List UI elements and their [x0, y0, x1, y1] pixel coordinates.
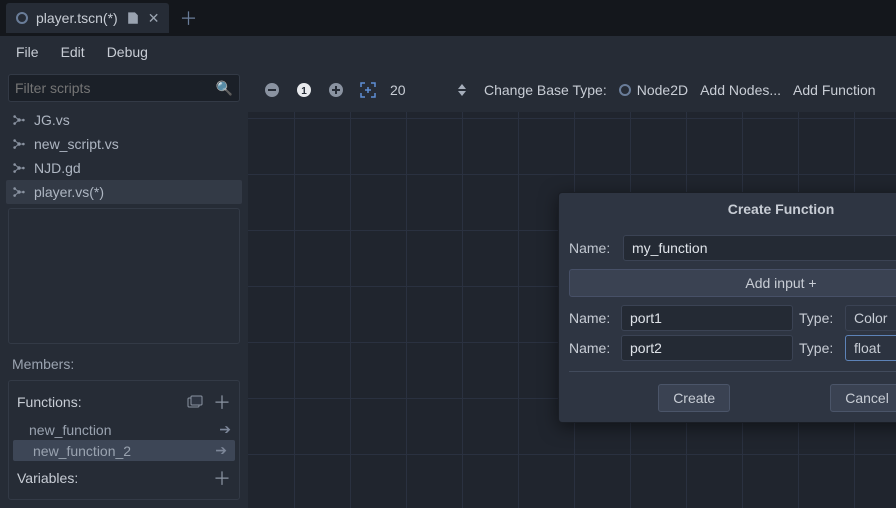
menu-edit[interactable]: Edit: [61, 44, 85, 60]
function-name-value: my_function: [632, 240, 707, 256]
create-label: Create: [673, 390, 715, 406]
add-nodes-button[interactable]: Add Nodes...: [700, 82, 781, 98]
tab-title: player.tscn(*): [36, 10, 118, 26]
base-type-value: Node2D: [637, 82, 688, 98]
port-name-input[interactable]: port2: [621, 335, 793, 361]
zoom-out-button[interactable]: [262, 80, 282, 100]
port-row: Name: port1 Type: Color ▾: [569, 305, 896, 331]
functions-header[interactable]: Functions: ＋: [9, 385, 239, 419]
functions-label: Functions:: [17, 394, 177, 410]
add-tab-button[interactable]: ＋: [179, 5, 197, 31]
filter-scripts-input[interactable]: [15, 80, 216, 96]
script-item[interactable]: JG.vs: [6, 108, 242, 132]
port-type-select[interactable]: float ▾: [845, 335, 896, 361]
script-item[interactable]: player.vs(*): [6, 180, 242, 204]
script-item[interactable]: new_script.vs: [6, 132, 242, 156]
zoom-value[interactable]: 20: [390, 82, 440, 98]
menu-debug[interactable]: Debug: [107, 44, 148, 60]
port-type-value: float: [854, 340, 880, 356]
name-label: Name:: [569, 240, 615, 256]
filter-scripts-field[interactable]: 🔍: [8, 74, 240, 102]
stepper-icon[interactable]: [452, 80, 472, 100]
script-icon: [126, 11, 140, 25]
port-type-select[interactable]: Color ▾: [845, 305, 896, 331]
visual-script-icon: [12, 137, 26, 151]
change-base-type-label: Change Base Type:: [484, 82, 607, 98]
add-function-icon[interactable]: ＋: [213, 389, 231, 415]
svg-text:1: 1: [301, 86, 307, 97]
script-list: JG.vs new_script.vs NJD.gd player.vs(*): [0, 108, 248, 204]
function-name-input[interactable]: my_function: [623, 235, 896, 261]
graph-canvas: 1 20 Change Base Type: Node2D Add Nodes.…: [248, 68, 896, 508]
cancel-label: Cancel: [845, 390, 889, 406]
create-button[interactable]: Create: [658, 384, 730, 412]
base-type-button[interactable]: Node2D: [619, 82, 688, 98]
port-row: Name: port2 Type: float ▾: [569, 335, 896, 361]
sidebar: 🔍 JG.vs new_script.vs NJD.gd player.vs: [0, 68, 248, 508]
canvas-toolbar: 1 20 Change Base Type: Node2D Add Nodes.…: [248, 68, 896, 112]
port-name-label: Name:: [569, 310, 615, 326]
function-item[interactable]: new_function ➔: [9, 419, 239, 440]
script-name: new_script.vs: [34, 136, 119, 152]
visual-script-icon: [12, 185, 26, 199]
port-name-input[interactable]: port1: [621, 305, 793, 331]
cancel-button[interactable]: Cancel: [830, 384, 896, 412]
add-function-button[interactable]: Add Function: [793, 82, 876, 98]
sidebar-spacer: [8, 208, 240, 344]
variables-header[interactable]: Variables: ＋: [9, 461, 239, 495]
visual-script-icon: [12, 161, 26, 175]
node-icon: [16, 12, 28, 24]
members-label: Members:: [0, 348, 248, 380]
node-icon: [619, 84, 631, 96]
zoom-in-button[interactable]: [326, 80, 346, 100]
port-type-value: Color: [854, 310, 887, 326]
function-name: new_function: [29, 422, 219, 438]
add-input-button[interactable]: Add input +: [569, 269, 896, 297]
goto-icon[interactable]: ➔: [219, 421, 231, 438]
port-type-label: Type:: [799, 310, 839, 326]
tab-bar: player.tscn(*) ✕ ＋: [0, 0, 896, 36]
override-icon[interactable]: [187, 395, 203, 409]
search-icon: 🔍: [216, 80, 233, 97]
menu-bar: File Edit Debug: [0, 36, 896, 68]
add-input-label: Add input +: [745, 275, 816, 291]
snap-icon[interactable]: [358, 80, 378, 100]
script-item[interactable]: NJD.gd: [6, 156, 242, 180]
dialog-title: Create Function: [728, 201, 835, 217]
script-name: NJD.gd: [34, 160, 81, 176]
dialog-titlebar[interactable]: Create Function ✕: [559, 193, 896, 225]
goto-icon[interactable]: ➔: [215, 442, 227, 459]
create-function-dialog: Create Function ✕ Name: my_function Add …: [558, 192, 896, 423]
close-icon[interactable]: ✕: [148, 10, 160, 27]
scene-tab[interactable]: player.tscn(*) ✕: [6, 3, 169, 33]
port-name-label: Name:: [569, 340, 615, 356]
variables-label: Variables:: [17, 470, 203, 486]
function-name: new_function_2: [33, 443, 215, 459]
menu-file[interactable]: File: [16, 44, 39, 60]
add-variable-icon[interactable]: ＋: [213, 465, 231, 491]
port-name-value: port2: [630, 340, 662, 356]
script-name: player.vs(*): [34, 184, 104, 200]
port-name-value: port1: [630, 310, 662, 326]
zoom-reset-button[interactable]: 1: [294, 80, 314, 100]
port-type-label: Type:: [799, 340, 839, 356]
separator: [569, 371, 896, 372]
script-name: JG.vs: [34, 112, 70, 128]
function-item[interactable]: new_function_2 ➔: [13, 440, 235, 461]
visual-script-icon: [12, 113, 26, 127]
members-panel: Functions: ＋ new_function ➔ new_function…: [8, 380, 240, 500]
